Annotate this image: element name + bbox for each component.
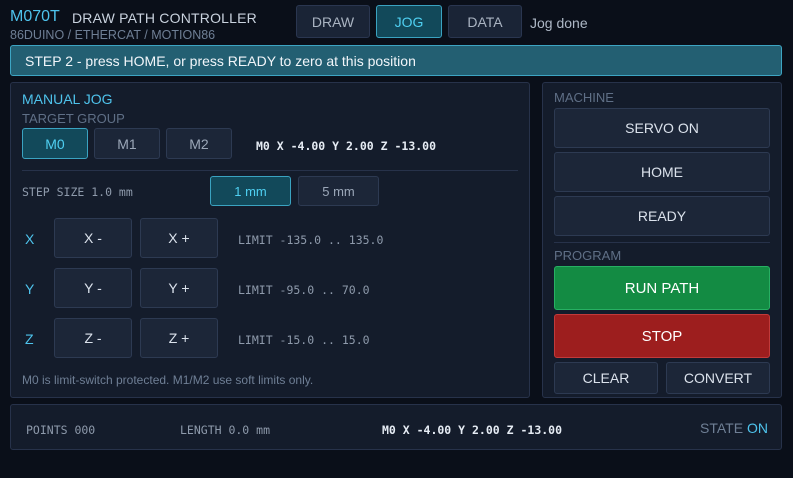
group-m2-button[interactable]: M2 [166,128,232,159]
y-limit-text: LIMIT -95.0 .. 70.0 [238,283,370,297]
tab-draw[interactable]: DRAW [296,5,370,38]
x-limit-text: LIMIT -135.0 .. 135.0 [238,233,384,247]
y-plus-button[interactable]: Y + [140,268,218,308]
z-minus-button[interactable]: Z - [54,318,132,358]
status-position: M0 X -4.00 Y 2.00 Z -13.00 [382,423,563,437]
stop-button[interactable]: STOP [554,314,770,358]
x-minus-button[interactable]: X - [54,218,132,258]
points-count: POINTS 000 [26,423,96,437]
divider [22,170,518,171]
program-label: PROGRAM [554,248,622,263]
divider [554,242,770,243]
step-banner: STEP 2 - press HOME, or press READY to z… [10,45,782,76]
group-m1-button[interactable]: M1 [94,128,160,159]
home-button[interactable]: HOME [554,152,770,192]
position-readout: M0 X -4.00 Y 2.00 Z -13.00 [256,139,437,153]
limit-footnote: M0 is limit-switch protected. M1/M2 use … [22,373,314,387]
clear-button[interactable]: CLEAR [554,362,658,394]
y-minus-button[interactable]: Y - [54,268,132,308]
ready-button[interactable]: READY [554,196,770,236]
target-group-label: TARGET GROUP [22,111,125,126]
app-title: DRAW PATH CONTROLLER [72,10,257,26]
step-1mm-button[interactable]: 1 mm [210,176,291,206]
step-size-label: STEP SIZE 1.0 mm [22,185,133,199]
state-value: ON [746,420,768,436]
app-model: M070T [10,8,60,25]
axis-z-label: Z [25,331,34,347]
group-m0-button[interactable]: M0 [22,128,88,159]
servo-on-button[interactable]: SERVO ON [554,108,770,148]
z-plus-button[interactable]: Z + [140,318,218,358]
tab-jog[interactable]: JOG [376,5,442,38]
state-indicator: STATE ON [700,420,768,436]
machine-label: MACHINE [554,90,614,105]
step-5mm-button[interactable]: 5 mm [298,176,379,206]
x-plus-button[interactable]: X + [140,218,218,258]
run-path-button[interactable]: RUN PATH [554,266,770,310]
path-length: LENGTH 0.0 mm [180,423,271,437]
step-banner-text: STEP 2 - press HOME, or press READY to z… [25,52,416,69]
axis-y-label: Y [25,281,35,297]
tab-data[interactable]: DATA [448,5,522,38]
state-label: STATE [700,420,744,436]
app-subtitle: 86DUINO / ETHERCAT / MOTION86 [10,28,216,42]
axis-x-label: X [25,231,35,247]
z-limit-text: LIMIT -15.0 .. 15.0 [238,333,370,347]
convert-button[interactable]: CONVERT [666,362,770,394]
status-message: Jog done [530,15,588,31]
manual-jog-title: MANUAL JOG [22,91,113,107]
